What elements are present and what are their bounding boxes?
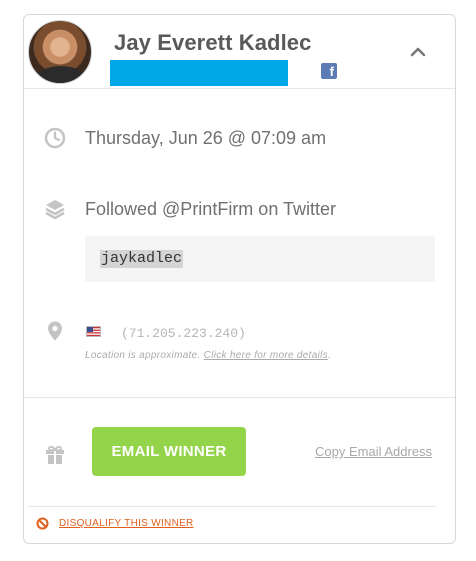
location-details-link[interactable]: Click here for more details <box>204 350 328 361</box>
clock-icon <box>44 127 66 149</box>
location-note-end: . <box>327 350 332 361</box>
copy-email-link[interactable]: Copy Email Address <box>315 444 432 459</box>
avatar <box>28 20 92 84</box>
collapse-button[interactable] <box>408 42 428 62</box>
us-flag-icon <box>86 326 101 337</box>
chevron-up-icon <box>410 47 426 57</box>
section-divider <box>24 397 455 398</box>
winner-name: Jay Everett Kadlec <box>114 30 312 55</box>
gift-icon <box>44 443 66 465</box>
facebook-icon[interactable]: f <box>321 63 337 79</box>
location-note-text: Location is approximate. <box>85 350 204 361</box>
email-winner-button[interactable]: EMAIL WINNER <box>92 427 246 476</box>
disqualify-winner-link[interactable]: DISQUALIFY THIS WINNER <box>59 518 194 529</box>
entry-datetime: Thursday, Jun 26 @ 07:09 am <box>85 128 327 148</box>
winner-header: Jay Everett Kadlec f <box>24 15 455 89</box>
winner-card: Jay Everett Kadlec f Thursday, Jun 26 @ … <box>23 14 456 544</box>
avatar-shirt <box>37 66 85 83</box>
twitter-handle[interactable]: jaykadlec <box>100 250 184 268</box>
handle-box: jaykadlec <box>85 236 435 282</box>
location-note: Location is approximate. Click here for … <box>85 350 331 361</box>
entry-action: Followed @PrintFirm on Twitter <box>85 199 337 219</box>
prohibited-icon <box>36 517 49 530</box>
ip-address: (71.205.223.240) <box>121 326 246 341</box>
footer-divider <box>28 506 436 507</box>
map-pin-icon <box>44 320 66 342</box>
redacted-email <box>110 60 288 86</box>
layers-icon <box>44 198 66 220</box>
